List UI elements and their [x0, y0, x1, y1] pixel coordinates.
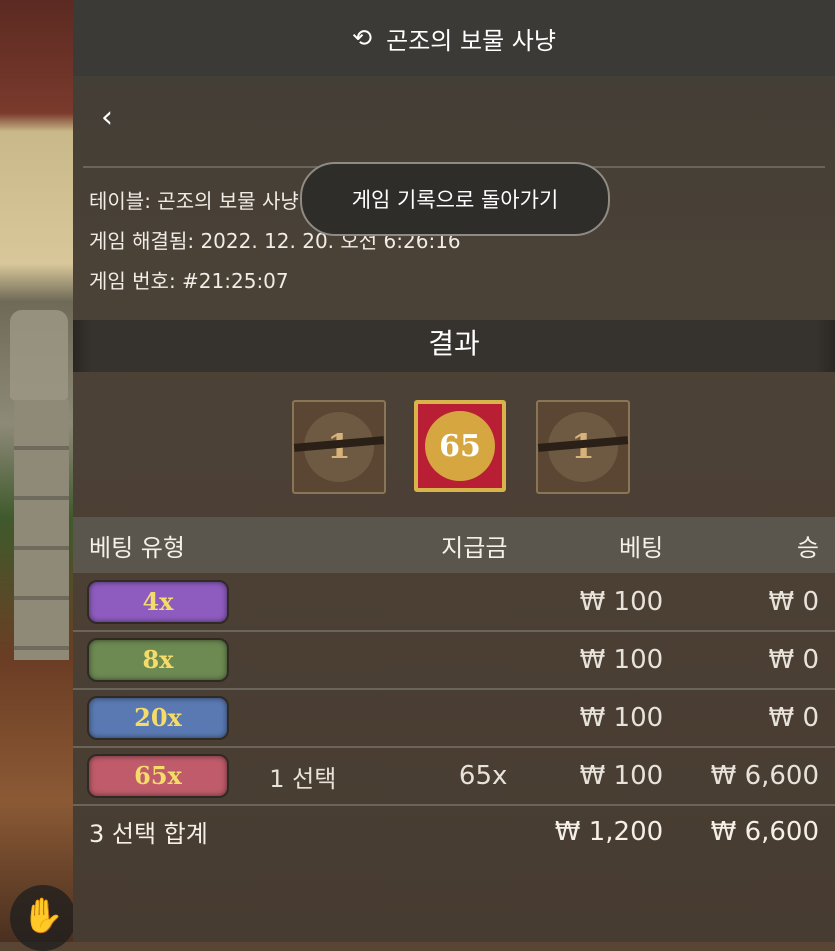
- result-heading: 결과: [73, 320, 835, 372]
- table-row: 8x ₩ 100 ₩ 0: [73, 631, 835, 689]
- win-cell: ₩ 0: [768, 703, 819, 733]
- result-tile-broken: 1: [292, 400, 386, 494]
- bets-table: 베팅 유형 지급금 베팅 승 4x ₩ 100 ₩ 0 8x ₩ 100 ₩ 0…: [73, 517, 835, 857]
- win-cell: ₩ 6,600: [710, 761, 819, 791]
- win-cell: ₩ 0: [768, 586, 819, 617]
- payout-cell: [420, 573, 523, 631]
- total-bet: ₩ 1,200: [554, 816, 664, 847]
- hand-icon[interactable]: ✋: [10, 885, 76, 951]
- history-icon: ⟲: [352, 24, 373, 52]
- back-to-history-button[interactable]: 게임 기록으로 돌아가기: [300, 162, 610, 236]
- bet-cell: ₩ 100: [579, 703, 664, 733]
- game-history-panel: ⟲ 곤조의 보물 사냥 ‹ 게임 기록으로 돌아가기 테이블: 곤조의 보물 사…: [73, 0, 835, 942]
- bet-badge: 8x: [87, 638, 229, 682]
- bet-badge: 4x: [87, 579, 229, 624]
- table-row: 20x ₩ 100 ₩ 0: [73, 689, 835, 747]
- stone-pillar-decoration: [14, 400, 69, 660]
- total-win: ₩ 6,600: [710, 816, 819, 847]
- panel-title: 곤조의 보물 사냥: [386, 26, 556, 55]
- bet-badge: 20x: [87, 696, 229, 740]
- col-win: 승: [796, 533, 819, 562]
- chevron-left-icon[interactable]: ‹: [101, 98, 131, 138]
- table-row: 65x 1 선택 65x ₩ 100 ₩ 6,600: [73, 747, 835, 805]
- navigation-row: ‹ 게임 기록으로 돌아가기: [73, 76, 835, 236]
- skull-decoration: [10, 310, 68, 400]
- bet-cell: ₩ 100: [579, 761, 664, 791]
- result-tile-broken: 1: [536, 400, 630, 494]
- total-label: 3 선택 합계: [89, 820, 208, 848]
- table-header-row: 베팅 유형 지급금 베팅 승: [73, 517, 835, 573]
- bet-cell: ₩ 100: [579, 645, 664, 675]
- result-tiles: 1 65 1: [73, 372, 835, 517]
- win-cell: ₩ 0: [768, 645, 819, 675]
- tile-value: 65: [439, 428, 481, 464]
- table-row: 4x ₩ 100 ₩ 0: [73, 573, 835, 631]
- col-bet: 베팅: [619, 533, 664, 562]
- total-row: 3 선택 합계 ₩ 1,200 ₩ 6,600: [73, 805, 835, 857]
- panel-header: ⟲ 곤조의 보물 사냥: [73, 0, 835, 76]
- col-bet-type: 베팅 유형: [89, 533, 185, 562]
- selection-count: 1 선택: [269, 764, 337, 793]
- payout-cell: 65x: [458, 761, 508, 791]
- col-payout: 지급금: [441, 533, 508, 562]
- bet-badge: 65x: [87, 754, 229, 798]
- result-tile-winning: 65: [414, 400, 506, 492]
- game-number: 게임 번호: #21:25:07: [89, 269, 289, 293]
- bet-cell: ₩ 100: [579, 586, 664, 617]
- payout-cell: [420, 689, 523, 747]
- payout-cell: [420, 631, 523, 689]
